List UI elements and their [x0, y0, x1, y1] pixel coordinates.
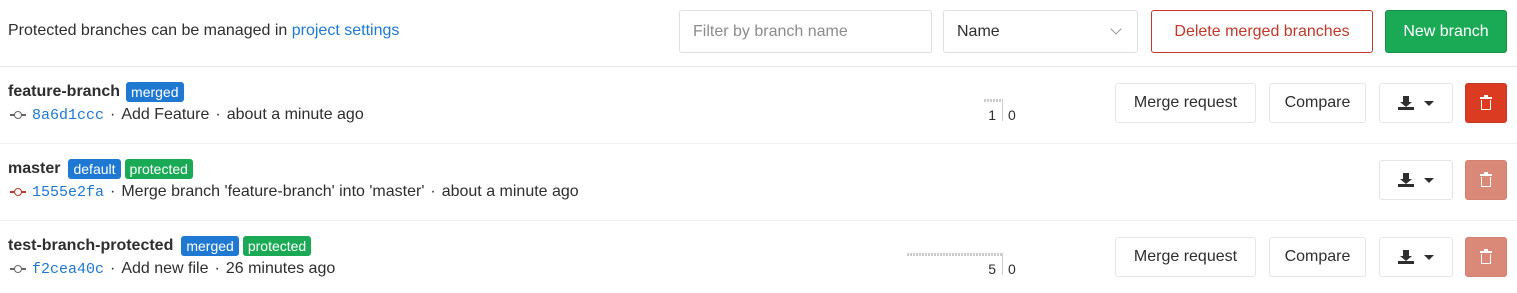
- delete-merged-branches-button[interactable]: Delete merged branches: [1151, 10, 1373, 53]
- branch-name[interactable]: feature-branch: [8, 83, 120, 101]
- branches-toolbar: Protected branches can be managed in pro…: [0, 0, 1517, 67]
- commit-info: 8a6d1ccc · Add Feature · about a minute …: [10, 106, 364, 124]
- delete-branch-button[interactable]: [1465, 83, 1507, 123]
- commit-sha-link[interactable]: 1555e2fa: [32, 184, 104, 201]
- row-divider: [0, 143, 1517, 144]
- download-icon: [1398, 250, 1414, 264]
- branch-filter-input[interactable]: [679, 10, 932, 53]
- branch-name-group: feature-branch merged: [8, 82, 184, 102]
- divergence-divider: [1002, 99, 1003, 121]
- download-icon: [1398, 96, 1414, 110]
- commit-message[interactable]: Merge branch 'feature-branch' into 'mast…: [121, 183, 424, 201]
- branch-name[interactable]: test-branch-protected: [8, 237, 173, 255]
- compare-button[interactable]: Compare: [1269, 237, 1366, 277]
- behind-count: 5: [988, 261, 996, 277]
- protected-badge: protected: [124, 159, 193, 179]
- sort-selected-value: Name: [957, 22, 1000, 40]
- merge-request-button[interactable]: Merge request: [1115, 83, 1256, 123]
- behind-bar: [984, 99, 1002, 102]
- commit-time: about a minute ago: [441, 183, 579, 200]
- commit-icon: [10, 110, 26, 120]
- commit-sha-link[interactable]: f2cea40c: [32, 261, 104, 278]
- branch-name[interactable]: master: [8, 160, 60, 178]
- commit-time: about a minute ago: [226, 106, 364, 123]
- branch-name-group: test-branch-protected merged protected: [8, 236, 312, 256]
- project-settings-link[interactable]: project settings: [292, 22, 400, 39]
- delete-branch-button-disabled[interactable]: [1465, 237, 1507, 277]
- commit-time: 26 minutes ago: [225, 260, 336, 277]
- row-divider: [0, 220, 1517, 221]
- divergence-divider: [1002, 253, 1003, 275]
- caret-down-icon: [1424, 177, 1434, 183]
- commit-info: f2cea40c · Add new file · 26 minutes ago: [10, 260, 335, 278]
- note-text: Protected branches can be managed in: [8, 22, 292, 39]
- separator: ·: [214, 260, 220, 277]
- ahead-count: 0: [1008, 261, 1016, 277]
- delete-branch-button-disabled[interactable]: [1465, 160, 1507, 200]
- commit-message[interactable]: Add Feature: [121, 106, 209, 124]
- commit-icon: [10, 264, 26, 274]
- download-dropdown-button[interactable]: [1379, 160, 1453, 200]
- branch-row: master default protected 1555e2fa · Merg…: [0, 145, 1517, 222]
- branch-row: feature-branch merged 8a6d1ccc · Add Fea…: [0, 68, 1517, 145]
- chevron-down-icon: [1110, 23, 1122, 35]
- protected-badge: protected: [242, 236, 312, 256]
- behind-bar: [907, 253, 1002, 256]
- separator: ·: [110, 260, 116, 277]
- separator: ·: [110, 183, 116, 200]
- caret-down-icon: [1424, 100, 1434, 106]
- branch-row: test-branch-protected merged protected f…: [0, 222, 1517, 293]
- caret-down-icon: [1424, 254, 1434, 260]
- behind-count: 1: [988, 107, 996, 123]
- sort-select[interactable]: Name: [943, 10, 1138, 53]
- merged-badge: merged: [181, 236, 239, 256]
- commit-info: 1555e2fa · Merge branch 'feature-branch'…: [10, 183, 579, 201]
- separator: ·: [110, 106, 116, 123]
- ahead-count: 0: [1008, 107, 1016, 123]
- commit-message[interactable]: Add new file: [121, 260, 208, 278]
- trash-icon: [1480, 172, 1492, 187]
- new-branch-button[interactable]: New branch: [1385, 10, 1507, 53]
- trash-icon: [1480, 249, 1492, 264]
- branch-name-group: master default protected: [8, 159, 193, 179]
- separator: ·: [430, 183, 436, 200]
- default-badge: default: [68, 159, 121, 179]
- commit-icon: [10, 187, 26, 197]
- trash-icon: [1480, 95, 1492, 110]
- merged-badge: merged: [126, 82, 184, 102]
- merge-request-button[interactable]: Merge request: [1115, 237, 1256, 277]
- download-dropdown-button[interactable]: [1379, 83, 1453, 123]
- separator: ·: [215, 106, 221, 123]
- commit-sha-link[interactable]: 8a6d1ccc: [32, 107, 104, 124]
- download-dropdown-button[interactable]: [1379, 237, 1453, 277]
- protected-branches-note: Protected branches can be managed in pro…: [8, 22, 399, 40]
- compare-button[interactable]: Compare: [1269, 83, 1366, 123]
- download-icon: [1398, 173, 1414, 187]
